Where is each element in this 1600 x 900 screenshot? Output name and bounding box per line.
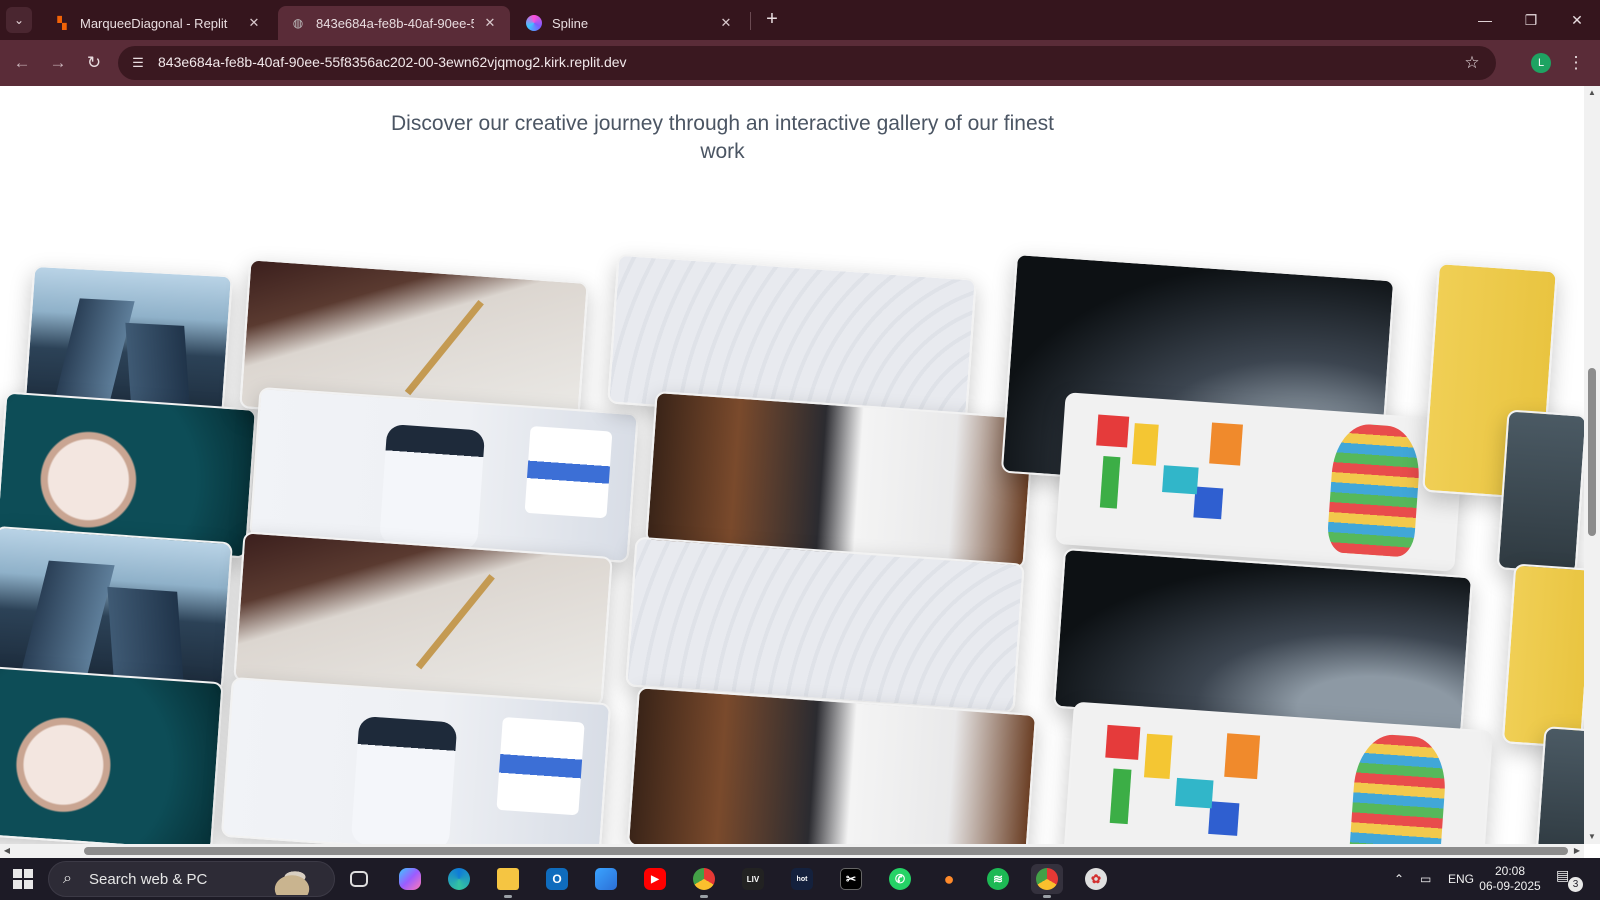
- horizontal-scroll-thumb[interactable]: [84, 847, 1568, 855]
- network-icon[interactable]: ▭: [1420, 858, 1431, 900]
- language-indicator[interactable]: ENG: [1448, 858, 1474, 900]
- tab-separator: [750, 12, 751, 30]
- close-icon[interactable]: ✕: [246, 15, 262, 31]
- spline-icon: [526, 15, 542, 31]
- gallery-card-yellow[interactable]: [1501, 563, 1584, 749]
- browser-toolbar: ← → ↻ ☰ 843e684a-fe8b-40af-90ee-55f8356a…: [0, 40, 1600, 86]
- hotstar-icon[interactable]: hot: [786, 864, 818, 894]
- edge-icon[interactable]: [443, 864, 475, 894]
- globe-icon: ◍: [292, 16, 304, 30]
- system-clock[interactable]: 20:08 06-09-2025: [1478, 864, 1542, 894]
- minimize-button[interactable]: —: [1462, 0, 1508, 40]
- start-button[interactable]: [13, 869, 33, 889]
- tab-strip: ⌄ ▚ MarqueeDiagonal - Replit ✕ ◍ 843e684…: [0, 0, 1600, 40]
- clock-time: 20:08: [1494, 864, 1526, 878]
- close-icon[interactable]: ✕: [718, 15, 734, 31]
- replit-icon: ▚: [57, 16, 67, 30]
- gallery-card-partial[interactable]: [1496, 409, 1584, 575]
- gallery-card-developer-desk[interactable]: [626, 686, 1038, 844]
- browser-menu-button[interactable]: ⋮: [1566, 51, 1586, 75]
- outlook-icon[interactable]: O: [541, 864, 573, 894]
- notifications-icon[interactable]: ▤ 3: [1556, 867, 1583, 892]
- reload-button[interactable]: ↻: [82, 51, 106, 75]
- vertical-scroll-thumb[interactable]: [1588, 368, 1596, 536]
- store-icon[interactable]: [590, 864, 622, 894]
- gallery-card-weather-app[interactable]: [220, 676, 612, 844]
- url-text[interactable]: 843e684a-fe8b-40af-90ee-55f8356ac202-00-…: [158, 54, 627, 70]
- show-hidden-icons-button[interactable]: ⌃: [1394, 858, 1404, 900]
- search-highlight-image: [262, 865, 322, 895]
- gallery-card-waves[interactable]: [625, 536, 1025, 714]
- restore-button[interactable]: ❐: [1508, 0, 1554, 40]
- search-icon: ⌕: [63, 870, 72, 887]
- gallery-card-watch[interactable]: [0, 665, 224, 844]
- spotify-icon[interactable]: ≋: [982, 864, 1014, 894]
- page-viewport: Discover our creative journey through an…: [0, 86, 1584, 844]
- back-button[interactable]: ←: [10, 51, 34, 75]
- diagonal-marquee-gallery: [0, 253, 1584, 844]
- youtube-icon[interactable]: ▶: [639, 864, 671, 894]
- close-icon[interactable]: ✕: [482, 15, 498, 31]
- tab-title: MarqueeDiagonal - Replit: [80, 15, 228, 31]
- scroll-left-arrow-icon[interactable]: ◀: [0, 844, 14, 858]
- gallery-card-buildings[interactable]: [0, 525, 233, 693]
- site-info-icon[interactable]: ☰: [126, 51, 150, 75]
- scroll-right-arrow-icon[interactable]: ▶: [1570, 844, 1584, 858]
- tab-replit[interactable]: ▚ MarqueeDiagonal - Replit ✕: [42, 6, 274, 40]
- sony-liv-icon[interactable]: LIV: [737, 864, 769, 894]
- gallery-card-partial[interactable]: [1535, 726, 1584, 844]
- search-placeholder: Search web & PC: [89, 871, 208, 888]
- capcut-icon[interactable]: ✂: [835, 864, 867, 894]
- bookmark-star-icon[interactable]: ☆: [1460, 51, 1484, 75]
- clock-date: 06-09-2025: [1479, 879, 1541, 893]
- vertical-scrollbar[interactable]: ▲ ▼: [1584, 86, 1600, 844]
- new-tab-button[interactable]: +: [760, 8, 784, 32]
- address-bar[interactable]: ☰ 843e684a-fe8b-40af-90ee-55f8356ac202-0…: [118, 46, 1496, 80]
- copilot-icon[interactable]: [394, 864, 426, 894]
- taskbar-search[interactable]: ⌕ Search web & PC: [48, 861, 335, 897]
- scroll-down-arrow-icon[interactable]: ▼: [1584, 830, 1600, 844]
- gallery-card-toys[interactable]: [1055, 392, 1465, 572]
- notification-count-badge: 3: [1568, 877, 1583, 892]
- tab-search-button[interactable]: ⌄: [6, 7, 32, 33]
- tab-active-page[interactable]: ◍ 843e684a-fe8b-40af-90ee-55f8 ✕: [278, 6, 510, 40]
- chrome-profile-l-icon[interactable]: [1031, 864, 1063, 898]
- tab-spline[interactable]: Spline ✕: [514, 6, 746, 40]
- horizontal-scrollbar[interactable]: ◀ ▶: [0, 844, 1584, 858]
- heading-partial: [540, 86, 900, 90]
- microphone-icon[interactable]: ●: [933, 864, 965, 894]
- forward-button[interactable]: →: [46, 51, 70, 75]
- windows-taskbar: ⌕ Search web & PC O ▶ LIV hot ✂ ✆ ● ≋ ✿ …: [0, 858, 1600, 900]
- close-window-button[interactable]: ✕: [1554, 0, 1600, 40]
- tab-title: 843e684a-fe8b-40af-90ee-55f8: [316, 15, 474, 31]
- tab-title: Spline: [552, 15, 589, 31]
- gallery-subtitle: Discover our creative journey through an…: [391, 112, 1054, 163]
- file-explorer-icon[interactable]: [492, 864, 524, 898]
- profile-avatar[interactable]: L: [1531, 53, 1551, 73]
- whatsapp-icon[interactable]: ✆: [884, 864, 916, 894]
- chrome-profile-a-icon[interactable]: [688, 864, 720, 898]
- task-view-icon[interactable]: [343, 864, 375, 894]
- scroll-up-arrow-icon[interactable]: ▲: [1584, 86, 1600, 100]
- app-red-icon[interactable]: ✿: [1080, 864, 1112, 894]
